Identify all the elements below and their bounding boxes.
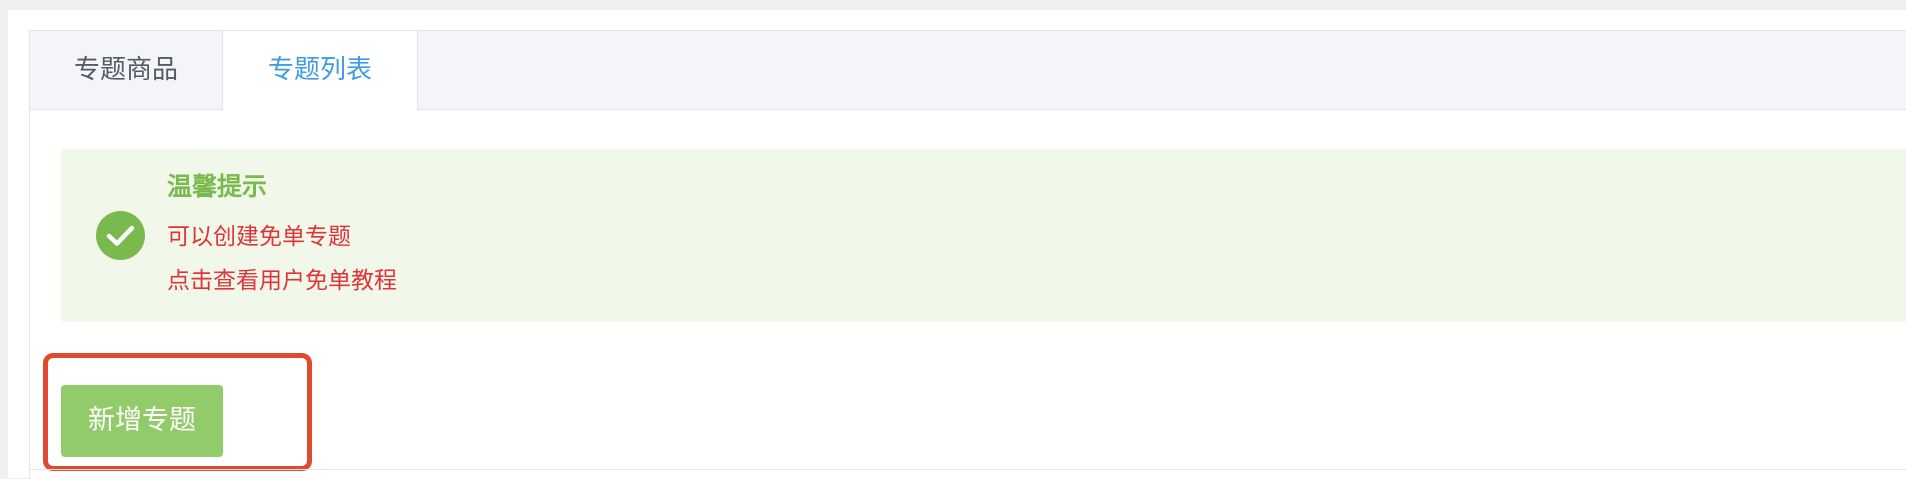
check-circle-icon xyxy=(96,211,145,260)
tip-title: 温馨提示 xyxy=(167,172,268,201)
tip-text-create: 可以创建免单专题 xyxy=(167,224,351,250)
tab-topic-list[interactable]: 专题列表 xyxy=(222,31,418,110)
divider xyxy=(30,469,1906,470)
content-panel: 专题商品 专题列表 温馨提示 可以创建免单专题 点击查看用户免单教程 新增专题 xyxy=(29,30,1906,479)
page: 专题商品 专题列表 温馨提示 可以创建免单专题 点击查看用户免单教程 新增专题 xyxy=(8,10,1906,479)
add-topic-button[interactable]: 新增专题 xyxy=(61,385,223,457)
tip-link-tutorial[interactable]: 点击查看用户免单教程 xyxy=(167,261,397,295)
tip-box: 温馨提示 可以创建免单专题 点击查看用户免单教程 xyxy=(61,149,1906,322)
tab-topic-products[interactable]: 专题商品 xyxy=(30,31,222,109)
tab-bar: 专题商品 专题列表 xyxy=(30,31,1906,110)
